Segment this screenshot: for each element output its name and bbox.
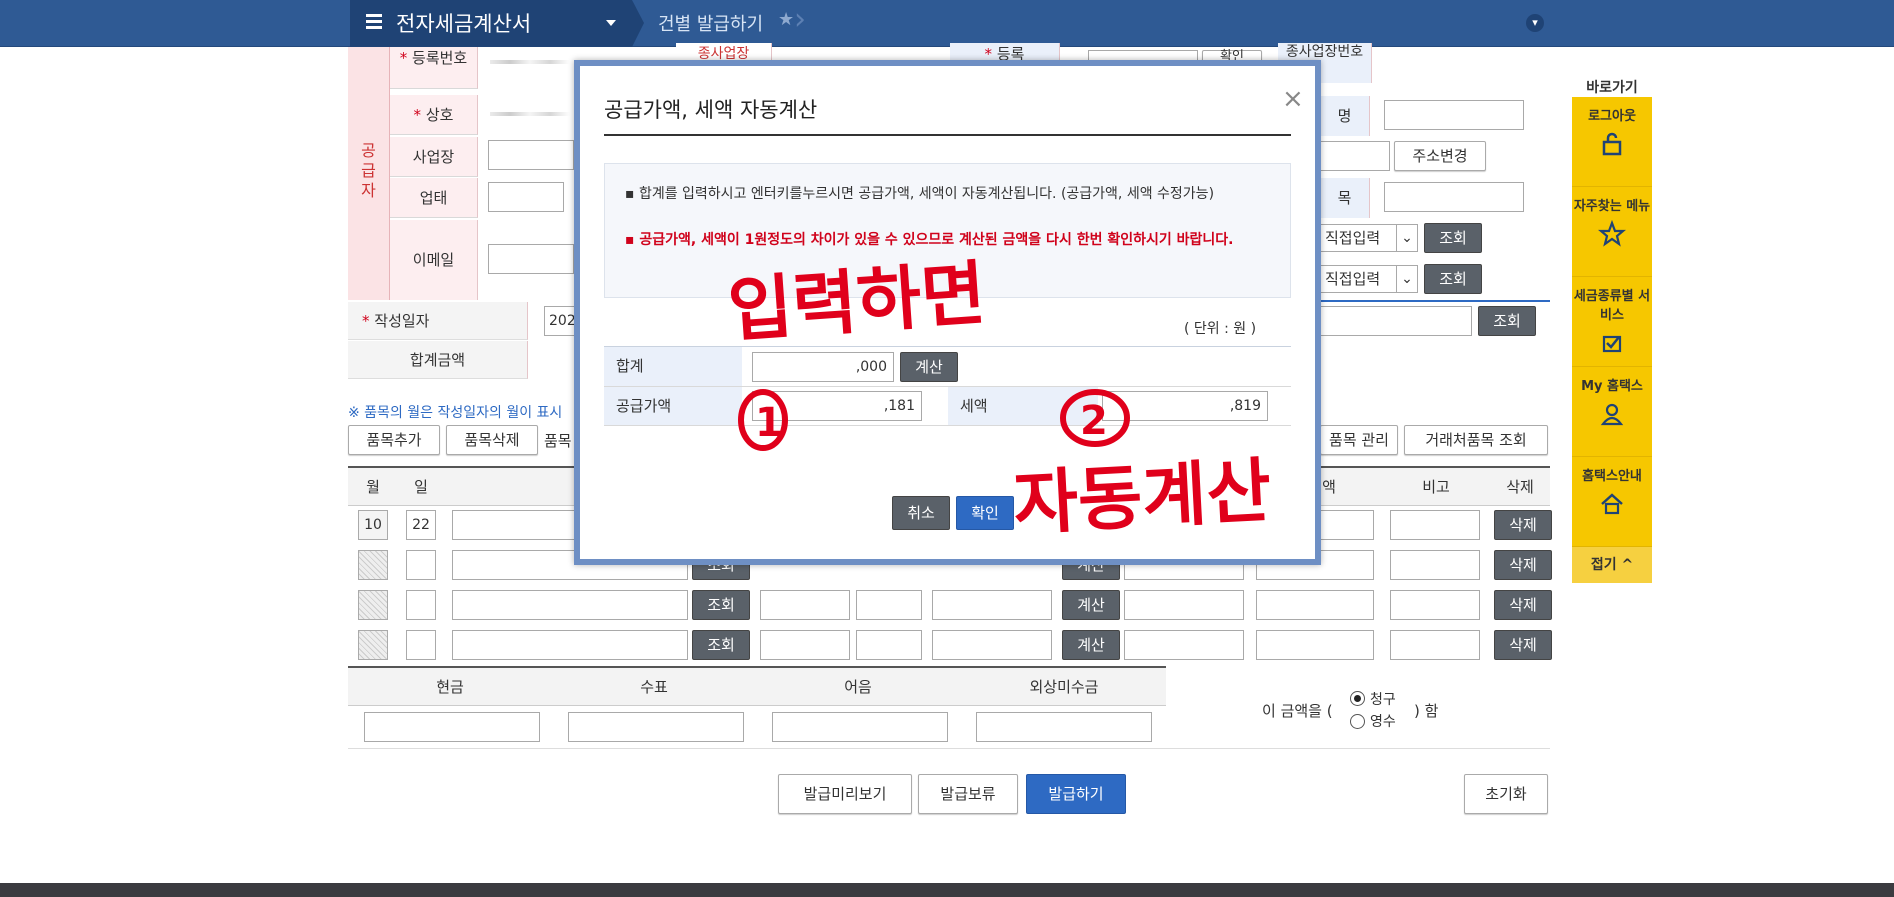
annotation-number-1: 1 bbox=[755, 400, 783, 446]
annotation-number-2: 2 bbox=[1080, 398, 1108, 444]
annotation-text-autocalc: 자동계산 bbox=[1012, 450, 1274, 545]
handwritten-annotation-layer: 입력하면 1 2 자동계산 bbox=[725, 252, 1274, 545]
annotation-text-input: 입력하면 bbox=[725, 252, 988, 352]
